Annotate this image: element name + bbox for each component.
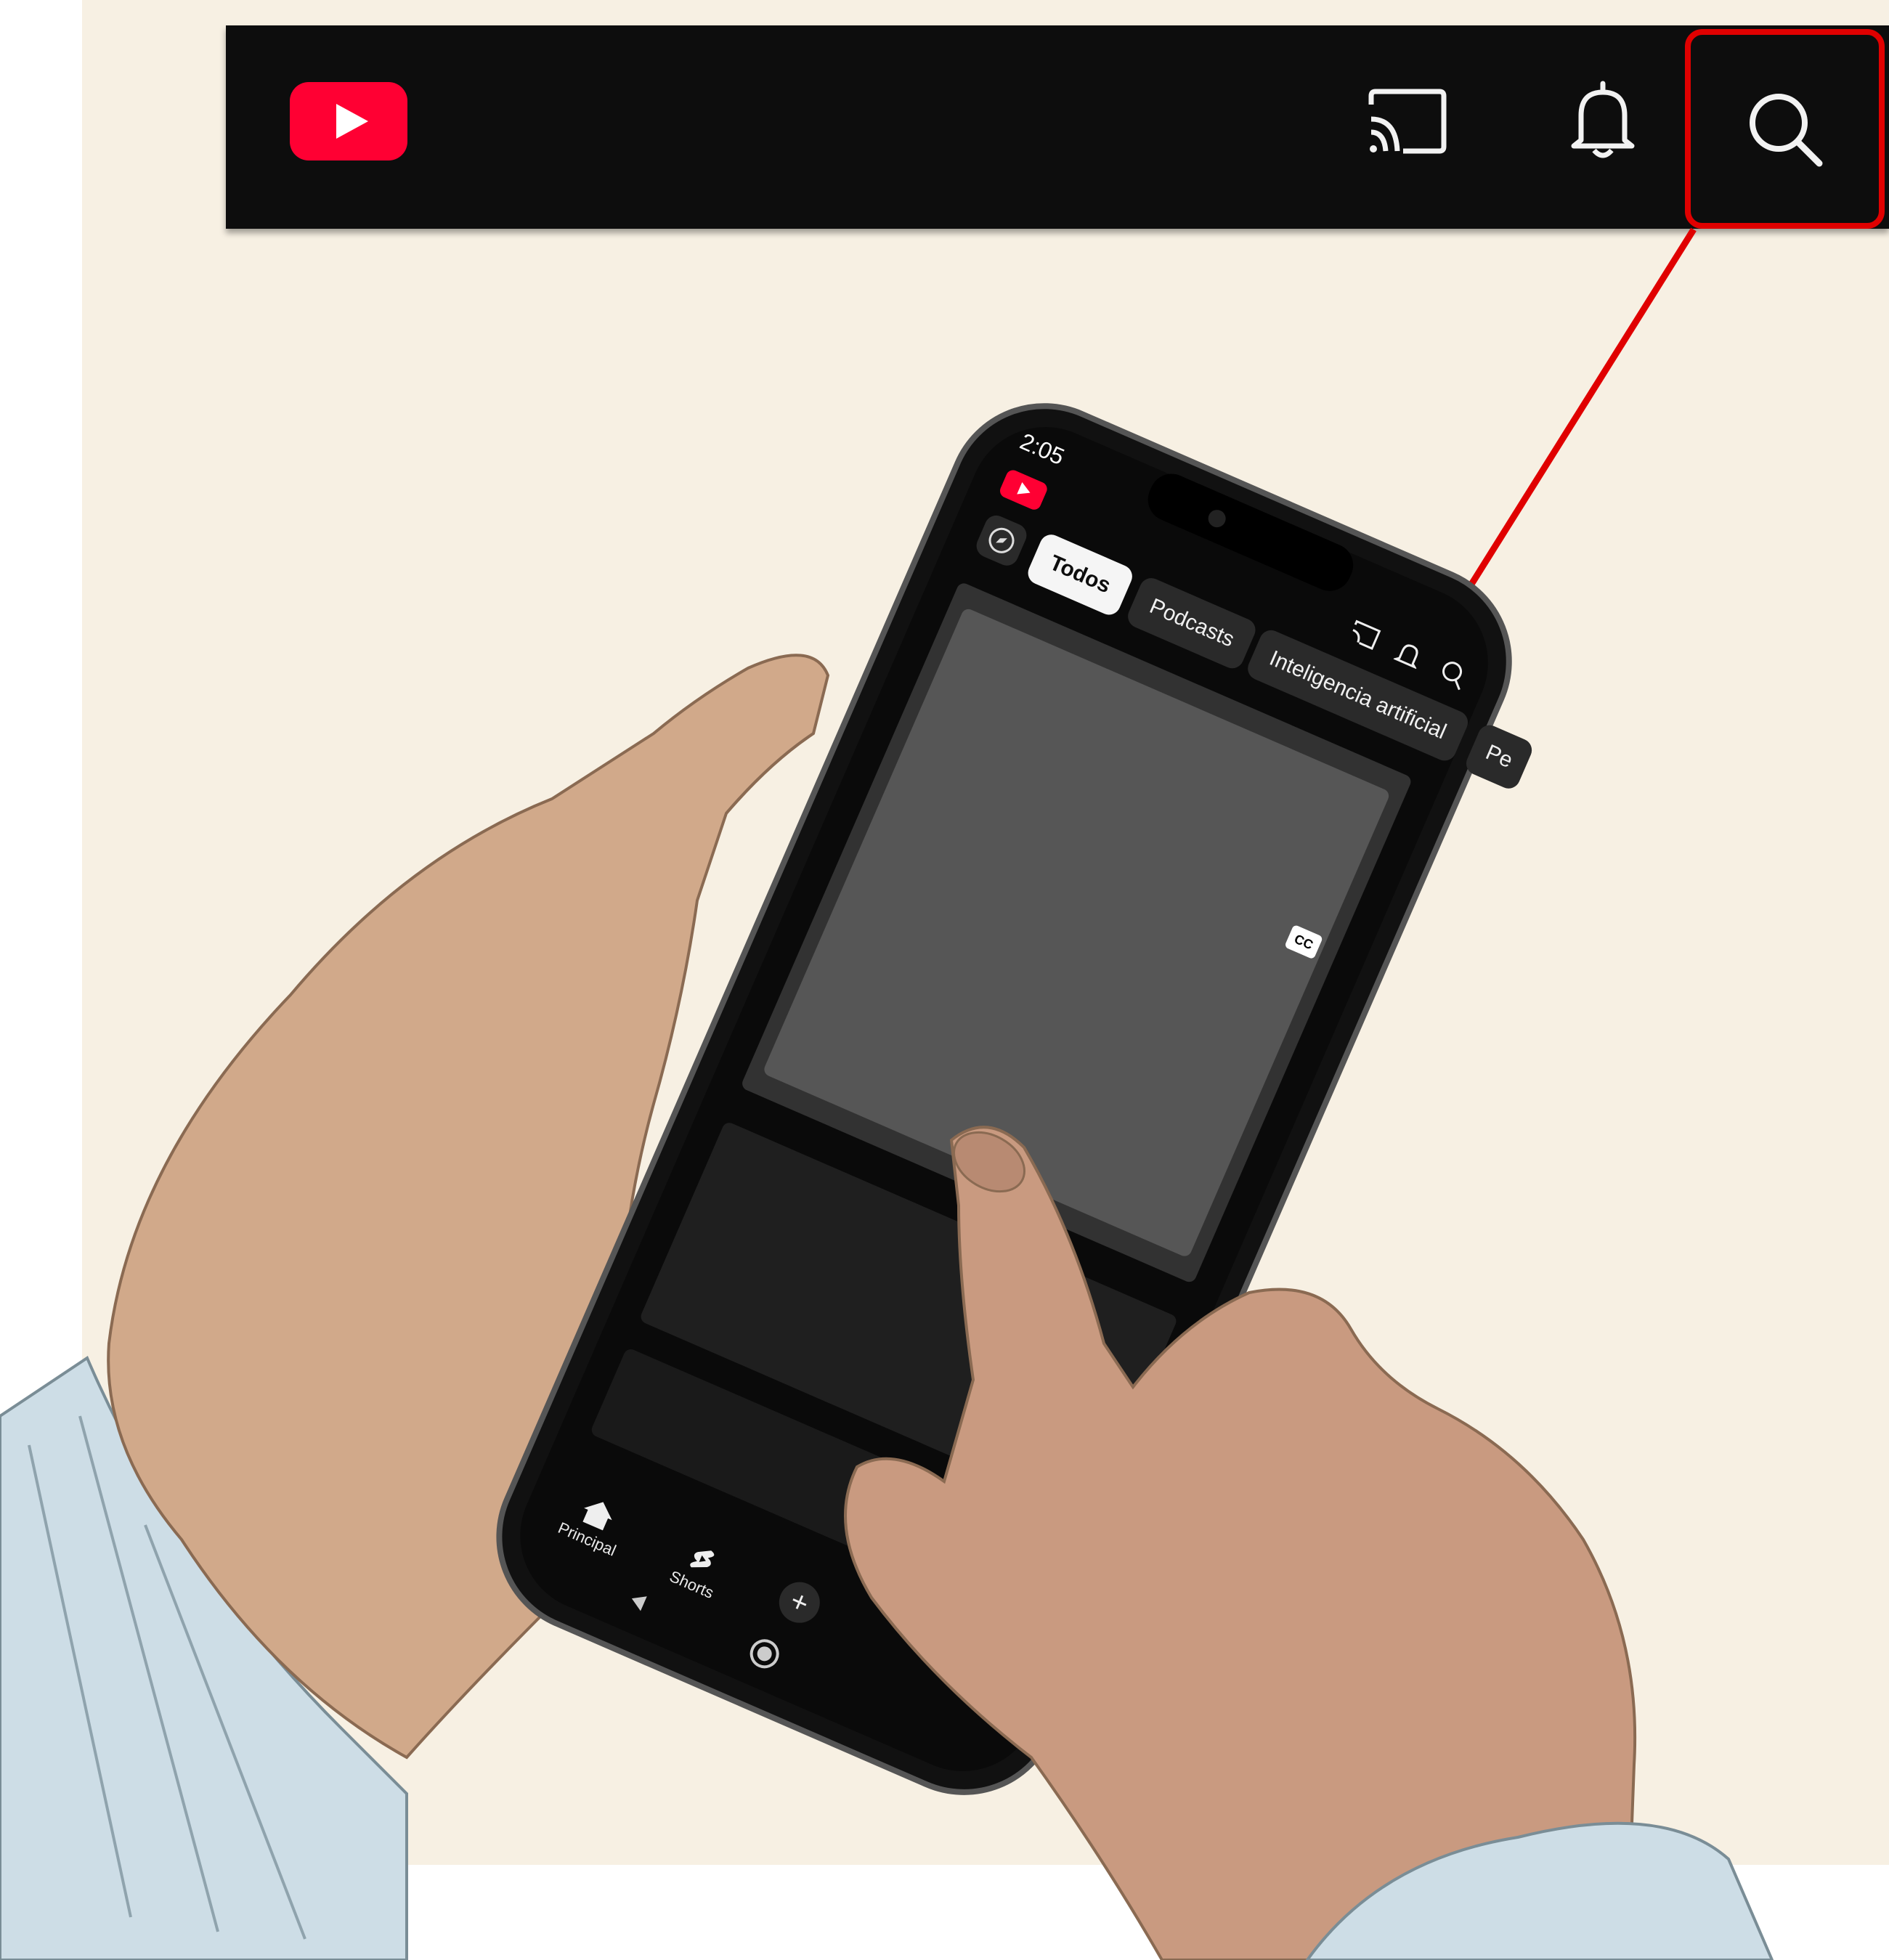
cc-badge[interactable]: CC [1284,924,1324,960]
chip-inteligencia-artificial[interactable]: Inteligencia artificial [1244,626,1471,765]
back-nav-icon[interactable] [625,1587,653,1616]
status-time: 2:05 [1016,428,1068,471]
phone-search-icon[interactable] [1435,656,1471,693]
phone-youtube-logo-icon[interactable] [998,468,1049,512]
phone-bell-icon[interactable] [1392,638,1425,672]
chip-podcasts[interactable]: Podcasts [1124,574,1259,672]
phone-cast-icon[interactable] [1346,619,1382,651]
home-nav-icon[interactable] [744,1632,786,1675]
plus-icon: + [785,1584,814,1621]
chip-todos[interactable]: Todos [1024,531,1136,619]
explore-button[interactable] [972,511,1031,569]
create-button[interactable]: + [772,1575,826,1630]
compass-icon [988,527,1015,553]
